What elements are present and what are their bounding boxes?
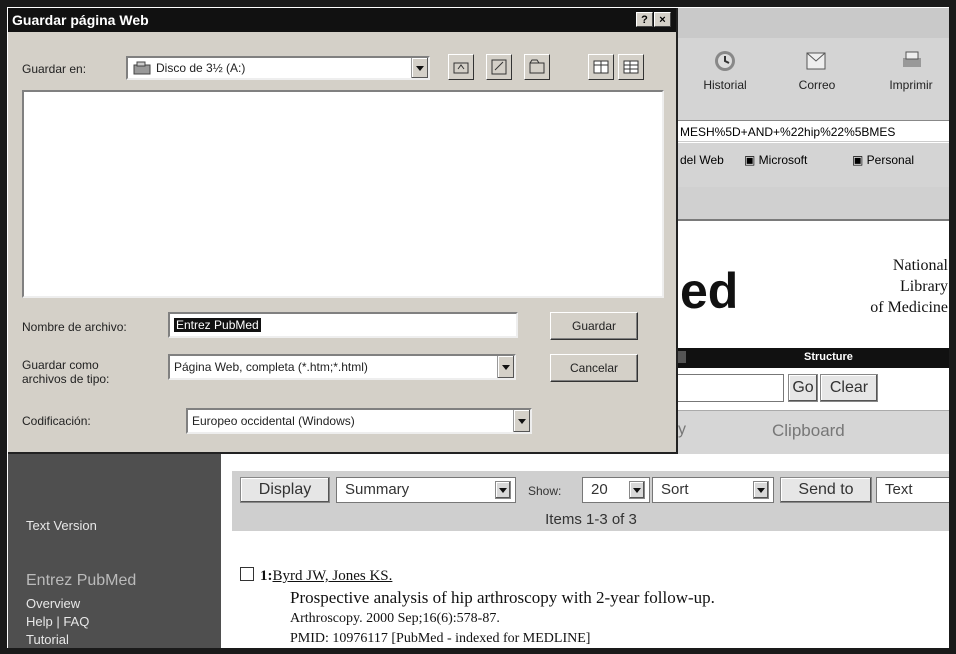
- screenshot-frame: [0, 0, 956, 654]
